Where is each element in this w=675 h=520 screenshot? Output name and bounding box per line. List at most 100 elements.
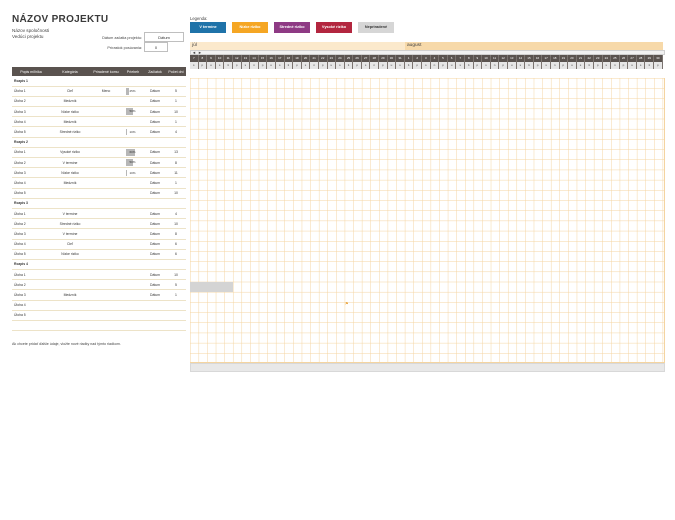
- cell-days[interactable]: 10: [166, 269, 186, 281]
- cell-who[interactable]: [90, 76, 122, 87]
- cell-who[interactable]: [90, 218, 122, 230]
- cell-cat[interactable]: [50, 279, 90, 291]
- cell-name[interactable]: Úloha 3: [12, 167, 50, 179]
- cell-days[interactable]: 1: [166, 116, 186, 128]
- cell-days[interactable]: 4: [166, 126, 186, 138]
- cell-progress[interactable]: [122, 320, 144, 332]
- cell-start[interactable]: [144, 300, 166, 311]
- table-row[interactable]: Úloha 4 Medzník Dátum 1: [12, 177, 186, 189]
- cell-cat[interactable]: [50, 198, 90, 209]
- cell-start[interactable]: Dátum: [144, 86, 166, 97]
- cell-days[interactable]: 8: [166, 157, 186, 169]
- cell-name[interactable]: Úloha 1: [12, 208, 50, 220]
- table-row[interactable]: Úloha 1V termíne Dátum 4: [12, 208, 186, 220]
- cell-name[interactable]: Úloha 2: [12, 157, 50, 169]
- cell-cat[interactable]: Nízke riziko: [50, 106, 90, 118]
- cell-who[interactable]: [90, 157, 122, 169]
- table-row[interactable]: Úloha 3V termíne Dátum 8: [12, 228, 186, 240]
- cell-name[interactable]: Rozpis 2: [12, 137, 50, 148]
- cell-progress[interactable]: [122, 269, 144, 281]
- cell-days[interactable]: 6: [166, 239, 186, 250]
- table-row[interactable]: Úloha 2 Medzník Dátum 1: [12, 96, 186, 108]
- table-row[interactable]: Úloha 4 Cieľ Dátum 6: [12, 239, 186, 250]
- cell-who[interactable]: [90, 320, 122, 332]
- cell-cat[interactable]: Medzník: [50, 177, 90, 189]
- table-row[interactable]: Úloha 1 Dátum 10: [12, 269, 186, 281]
- cell-start[interactable]: [144, 76, 166, 87]
- cell-days[interactable]: 6: [166, 249, 186, 260]
- cell-start[interactable]: [144, 310, 166, 322]
- cell-progress[interactable]: [122, 76, 144, 87]
- cell-who[interactable]: [90, 289, 122, 301]
- cell-cat[interactable]: [50, 137, 90, 148]
- cell-days[interactable]: [166, 198, 186, 209]
- cell-days[interactable]: 4: [166, 208, 186, 220]
- cell-cat[interactable]: V termíne: [50, 157, 90, 169]
- cell-start[interactable]: Dátum: [144, 208, 166, 220]
- cell-name[interactable]: Úloha 4: [12, 116, 50, 128]
- cell-name[interactable]: Úloha 2: [12, 218, 50, 230]
- cell-start[interactable]: Dátum: [144, 269, 166, 281]
- cell-who[interactable]: [90, 167, 122, 179]
- scroll-increment-field[interactable]: 0: [144, 42, 168, 52]
- cell-progress[interactable]: [122, 188, 144, 199]
- cell-progress[interactable]: [122, 208, 144, 220]
- cell-who[interactable]: [90, 116, 122, 128]
- cell-days[interactable]: 1: [166, 96, 186, 108]
- cell-name[interactable]: Úloha 2: [12, 279, 50, 291]
- cell-days[interactable]: [166, 259, 186, 271]
- cell-who[interactable]: [90, 147, 122, 159]
- cell-cat[interactable]: [50, 259, 90, 271]
- cell-days[interactable]: 5: [166, 279, 186, 291]
- company-name[interactable]: Názov spoločnosti: [12, 28, 49, 33]
- table-row[interactable]: Úloha 5 Stredné riziko 10% Dátum 4: [12, 126, 186, 138]
- cell-cat[interactable]: Medzník: [50, 289, 90, 301]
- cell-start[interactable]: [144, 137, 166, 148]
- cell-name[interactable]: Úloha 5: [12, 188, 50, 199]
- table-row[interactable]: Úloha 2 Stredné riziko Dátum 10: [12, 218, 186, 230]
- table-row[interactable]: Úloha 4: [12, 300, 186, 311]
- cell-who[interactable]: [90, 177, 122, 189]
- table-row[interactable]: Úloha 2 Dátum 5: [12, 279, 186, 291]
- cell-name[interactable]: Rozpis 4: [12, 259, 50, 271]
- cell-start[interactable]: Dátum: [144, 126, 166, 138]
- scroll-right-icon[interactable]: ►: [198, 50, 202, 55]
- cell-progress[interactable]: [122, 96, 144, 108]
- cell-progress[interactable]: [122, 239, 144, 250]
- cell-start[interactable]: Dátum: [144, 147, 166, 159]
- progress-cell[interactable]: 50%: [122, 157, 144, 169]
- cell-who[interactable]: [90, 96, 122, 108]
- cell-start[interactable]: Dátum: [144, 96, 166, 108]
- table-row[interactable]: Úloha 1 Vysoké riziko 60% Dátum 13: [12, 147, 186, 159]
- cell-days[interactable]: 1: [166, 289, 186, 301]
- cell-progress[interactable]: [122, 218, 144, 230]
- cell-start[interactable]: [144, 198, 166, 209]
- cell-progress[interactable]: [122, 249, 144, 260]
- cell-start[interactable]: Dátum: [144, 228, 166, 240]
- cell-days[interactable]: [166, 300, 186, 311]
- cell-cat[interactable]: V termíne: [50, 208, 90, 220]
- cell-name[interactable]: Úloha 2: [12, 96, 50, 108]
- cell-name[interactable]: Úloha 1: [12, 147, 50, 159]
- cell-who[interactable]: [90, 198, 122, 209]
- cell-days[interactable]: [166, 320, 186, 332]
- cell-progress[interactable]: [122, 259, 144, 271]
- cell-who[interactable]: [90, 300, 122, 311]
- cell-name[interactable]: Úloha 4: [12, 239, 50, 250]
- cell-progress[interactable]: [122, 137, 144, 148]
- cell-progress[interactable]: [122, 116, 144, 128]
- cell-days[interactable]: 11: [166, 167, 186, 179]
- cell-start[interactable]: Dátum: [144, 116, 166, 128]
- cell-progress[interactable]: [122, 289, 144, 301]
- cell-cat[interactable]: Vysoké riziko: [50, 147, 90, 159]
- cell-progress[interactable]: [122, 198, 144, 209]
- table-row[interactable]: Úloha 2V termíne 50% Dátum 8: [12, 157, 186, 169]
- cell-who[interactable]: [90, 126, 122, 138]
- cell-who[interactable]: [90, 249, 122, 260]
- cell-days[interactable]: 13: [166, 147, 186, 159]
- cell-progress[interactable]: [122, 310, 144, 322]
- progress-cell[interactable]: 25%: [122, 86, 144, 97]
- progress-cell[interactable]: 50%: [122, 106, 144, 118]
- cell-start[interactable]: Dátum: [144, 157, 166, 169]
- cell-days[interactable]: 1: [166, 177, 186, 189]
